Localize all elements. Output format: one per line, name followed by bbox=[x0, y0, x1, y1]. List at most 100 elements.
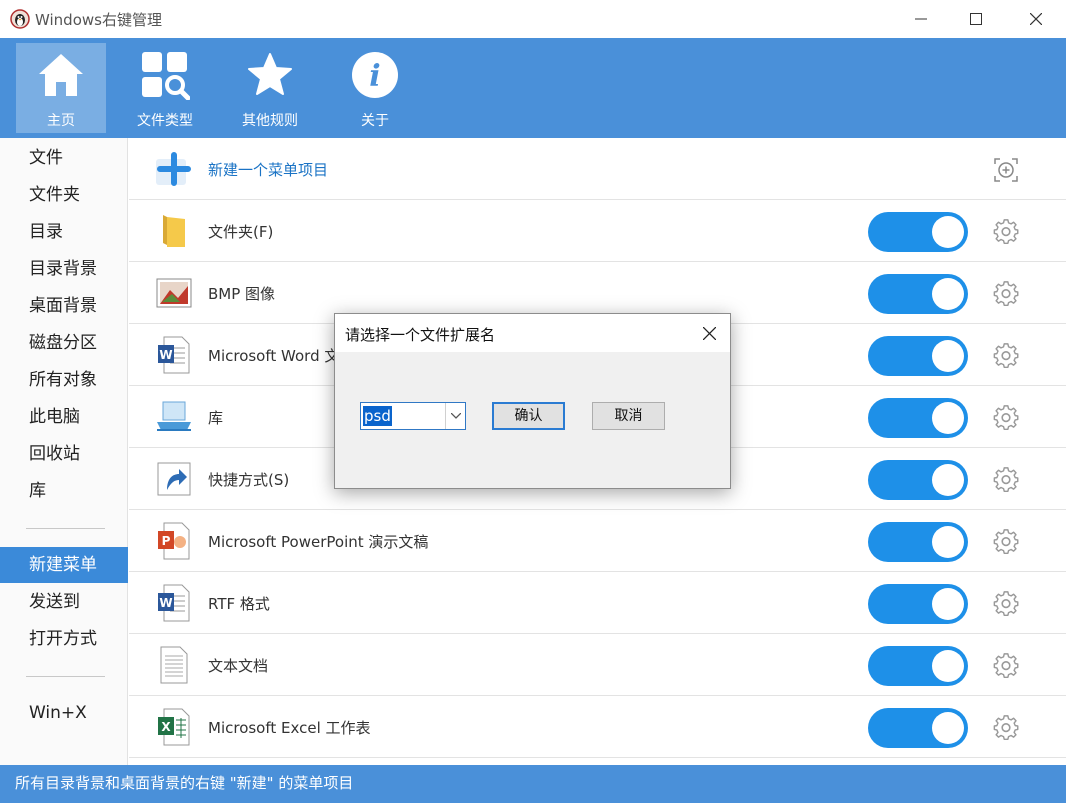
close-icon bbox=[1030, 13, 1042, 25]
gear-icon[interactable] bbox=[993, 405, 1019, 431]
title-bar: Windows右键管理 bbox=[0, 0, 1066, 38]
powerpoint-icon: P bbox=[155, 522, 193, 560]
text-doc-icon bbox=[155, 646, 193, 684]
tab-file-types-label: 文件类型 bbox=[137, 113, 193, 129]
sidebar-item-library[interactable]: 库 bbox=[0, 473, 128, 509]
tab-other-rules-label: 其他规则 bbox=[242, 113, 298, 129]
library-icon bbox=[155, 398, 193, 436]
sidebar-item-file[interactable]: 文件 bbox=[0, 140, 128, 176]
gear-icon[interactable] bbox=[993, 591, 1019, 617]
sidebar-divider bbox=[26, 528, 105, 529]
list-item-label: 库 bbox=[208, 409, 224, 427]
sidebar-item-send-to[interactable]: 发送到 bbox=[0, 584, 128, 620]
new-item-label[interactable]: 新建一个菜单项目 bbox=[208, 159, 328, 180]
info-icon: i bbox=[352, 52, 398, 98]
home-icon bbox=[39, 54, 83, 96]
list-item-label: 文本文档 bbox=[208, 657, 269, 675]
window-title: Windows右键管理 bbox=[35, 11, 162, 29]
gear-icon[interactable] bbox=[993, 343, 1019, 369]
list-item-label: 快捷方式(S) bbox=[208, 471, 290, 489]
gear-icon[interactable] bbox=[993, 653, 1019, 679]
word-doc-icon: W bbox=[155, 336, 193, 374]
excel-icon: X bbox=[155, 708, 193, 746]
status-bar: 所有目录背景和桌面背景的右键 "新建" 的菜单项目 bbox=[0, 765, 1066, 803]
app-logo-icon bbox=[10, 9, 30, 29]
sidebar-item-directory-background[interactable]: 目录背景 bbox=[0, 251, 128, 287]
gear-icon[interactable] bbox=[993, 467, 1019, 493]
list-item-label: Microsoft Excel 工作表 bbox=[208, 719, 371, 737]
sidebar-divider bbox=[26, 676, 105, 677]
enable-toggle[interactable] bbox=[868, 708, 968, 748]
star-icon bbox=[248, 53, 292, 95]
svg-text:W: W bbox=[159, 596, 172, 610]
svg-text:X: X bbox=[161, 720, 171, 734]
sidebar-item-recycle-bin[interactable]: 回收站 bbox=[0, 436, 128, 472]
maximize-icon bbox=[970, 13, 982, 25]
sidebar-item-this-pc[interactable]: 此电脑 bbox=[0, 399, 128, 435]
sidebar-item-win-x[interactable]: Win+X bbox=[0, 695, 128, 731]
enable-toggle[interactable] bbox=[868, 646, 968, 686]
sidebar: 文件 文件夹 目录 目录背景 桌面背景 磁盘分区 所有对象 此电脑 回收站 库 … bbox=[0, 138, 128, 765]
gear-icon[interactable] bbox=[993, 219, 1019, 245]
svg-text:P: P bbox=[162, 534, 171, 548]
tab-file-types[interactable]: 文件类型 bbox=[120, 43, 210, 133]
sidebar-item-desktop-background[interactable]: 桌面背景 bbox=[0, 288, 128, 324]
sidebar-item-new-menu[interactable]: 新建菜单 bbox=[0, 547, 128, 583]
tab-about[interactable]: i 关于 bbox=[330, 43, 420, 133]
sidebar-item-drive[interactable]: 磁盘分区 bbox=[0, 325, 128, 361]
dropdown-button[interactable] bbox=[445, 403, 465, 429]
tab-about-label: 关于 bbox=[361, 113, 389, 129]
list-item[interactable]: W RTF 格式 bbox=[129, 572, 1066, 634]
dialog-close-button[interactable] bbox=[695, 320, 723, 346]
svg-text:W: W bbox=[159, 348, 172, 362]
sidebar-item-open-with[interactable]: 打开方式 bbox=[0, 621, 128, 657]
add-icon bbox=[155, 150, 193, 188]
shortcut-icon bbox=[155, 460, 193, 498]
enable-toggle[interactable] bbox=[868, 460, 968, 500]
list-item[interactable]: P Microsoft PowerPoint 演示文稿 bbox=[129, 510, 1066, 572]
enable-toggle[interactable] bbox=[868, 522, 968, 562]
extension-value[interactable]: psd bbox=[363, 406, 392, 426]
sidebar-item-folder[interactable]: 文件夹 bbox=[0, 177, 128, 213]
minimize-button[interactable] bbox=[895, 0, 947, 38]
dialog-title: 请选择一个文件扩展名 bbox=[345, 326, 496, 344]
sidebar-item-all-objects[interactable]: 所有对象 bbox=[0, 362, 128, 398]
enable-toggle[interactable] bbox=[868, 274, 968, 314]
list-item-label: BMP 图像 bbox=[208, 285, 276, 303]
list-item-label: Microsoft PowerPoint 演示文稿 bbox=[208, 533, 429, 551]
rtf-doc-icon: W bbox=[155, 584, 193, 622]
gear-icon[interactable] bbox=[993, 281, 1019, 307]
svg-text:i: i bbox=[369, 59, 380, 94]
bmp-image-icon bbox=[155, 274, 193, 312]
cancel-button[interactable]: 取消 bbox=[592, 402, 665, 430]
gear-icon[interactable] bbox=[993, 715, 1019, 741]
top-toolbar: 主页 文件类型 其他规则 i 关于 bbox=[0, 38, 1066, 138]
close-button[interactable] bbox=[1010, 0, 1062, 38]
dialog-title-bar: 请选择一个文件扩展名 bbox=[335, 314, 730, 352]
folder-icon bbox=[155, 212, 193, 250]
minimize-icon bbox=[915, 18, 927, 20]
file-types-icon bbox=[142, 52, 190, 100]
extension-combobox[interactable]: psd bbox=[360, 402, 466, 430]
close-icon bbox=[702, 326, 716, 340]
confirm-button[interactable]: 确认 bbox=[492, 402, 565, 430]
list-item[interactable]: 文本文档 bbox=[129, 634, 1066, 696]
list-item-label: Microsoft Word 文档 bbox=[208, 347, 355, 365]
enable-toggle[interactable] bbox=[868, 212, 968, 252]
new-item-row[interactable]: 新建一个菜单项目 bbox=[129, 138, 1066, 200]
add-menu-item-icon[interactable] bbox=[993, 157, 1019, 183]
tab-home[interactable]: 主页 bbox=[16, 43, 106, 133]
list-item-label: RTF 格式 bbox=[208, 595, 270, 613]
sidebar-item-directory[interactable]: 目录 bbox=[0, 214, 128, 250]
extension-dialog: 请选择一个文件扩展名 psd 确认 取消 bbox=[334, 313, 731, 489]
enable-toggle[interactable] bbox=[868, 398, 968, 438]
list-item[interactable]: 文件夹(F) bbox=[129, 200, 1066, 262]
enable-toggle[interactable] bbox=[868, 584, 968, 624]
enable-toggle[interactable] bbox=[868, 336, 968, 376]
tab-other-rules[interactable]: 其他规则 bbox=[225, 43, 315, 133]
list-item[interactable]: X Microsoft Excel 工作表 bbox=[129, 696, 1066, 758]
maximize-button[interactable] bbox=[950, 0, 1002, 38]
tab-home-label: 主页 bbox=[47, 113, 75, 129]
gear-icon[interactable] bbox=[993, 529, 1019, 555]
chevron-down-icon bbox=[450, 413, 461, 419]
